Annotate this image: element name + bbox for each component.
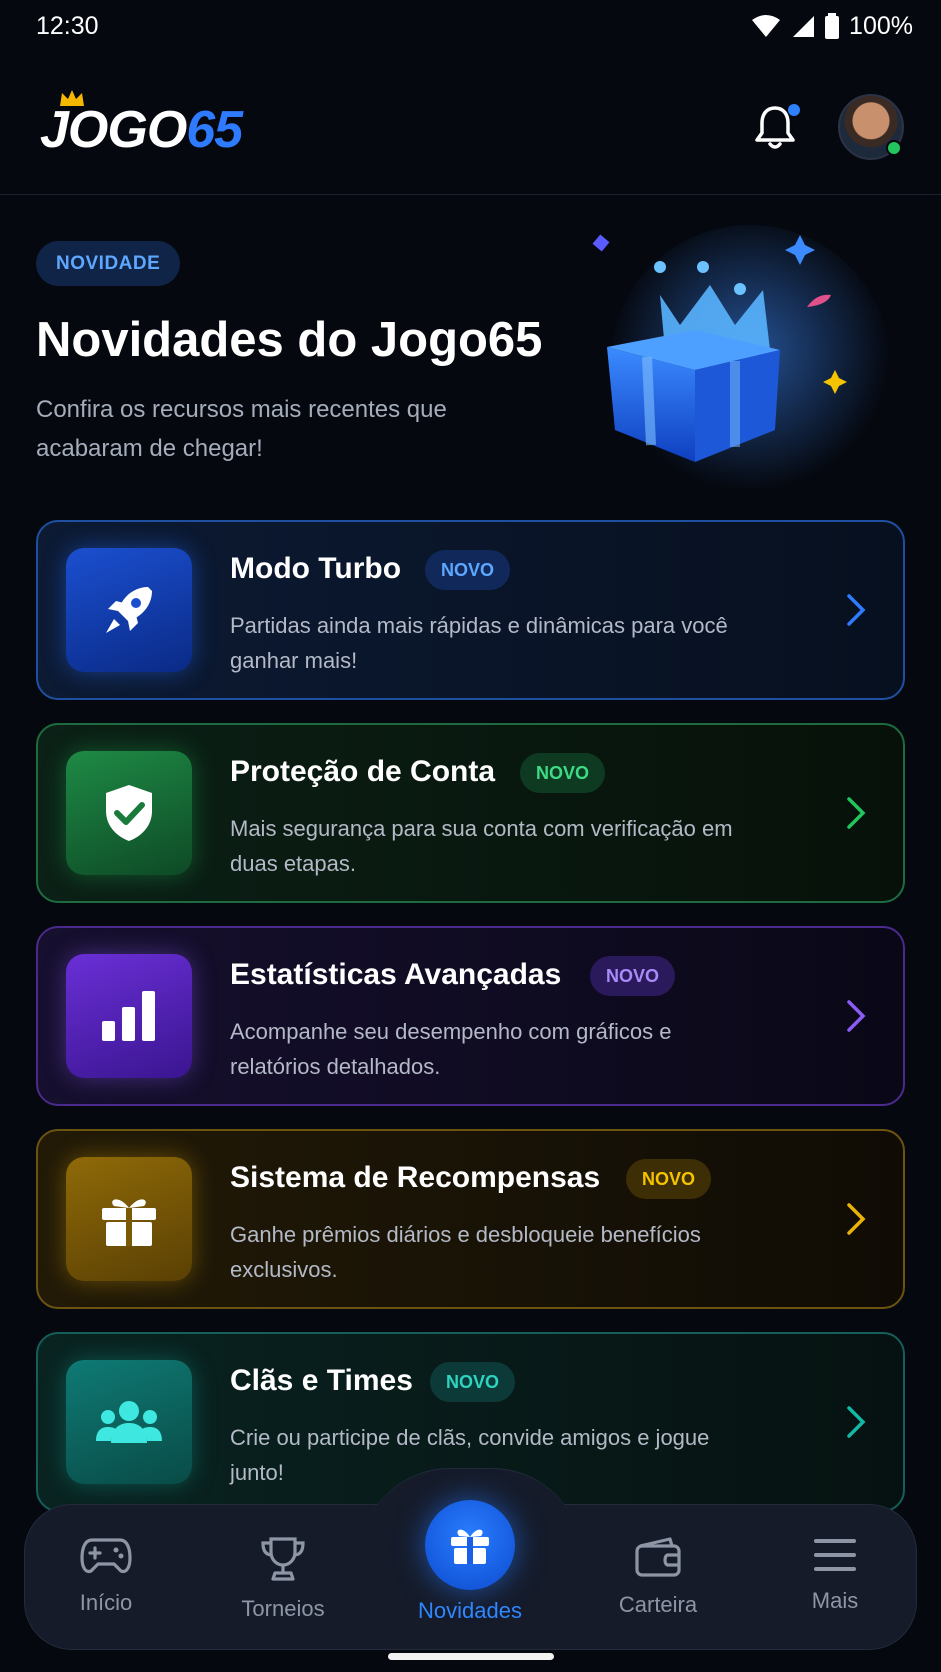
wifi-icon xyxy=(752,15,781,37)
nav-item-inicio[interactable]: Início xyxy=(26,1536,186,1616)
nav-item-mais[interactable]: Mais xyxy=(755,1536,915,1614)
feature-description: Mais segurança para sua conta com verifi… xyxy=(230,816,733,876)
rocket-icon xyxy=(66,548,192,672)
page-title: Novidades do Jogo65 xyxy=(36,313,543,367)
new-badge: NOVO xyxy=(520,753,606,793)
nav-label: Carteira xyxy=(618,1592,698,1617)
status-time: 12:30 xyxy=(36,11,99,40)
gift-icon xyxy=(66,1157,192,1281)
chevron-right-icon xyxy=(847,594,866,626)
hero-tag: NOVIDADE xyxy=(36,241,181,286)
feature-card-protecao-de-conta[interactable]: Proteção de Conta NOVO Mais segurança pa… xyxy=(36,723,905,903)
nav-label: Torneios xyxy=(241,1596,325,1621)
signal-icon xyxy=(793,16,815,37)
nav-item-torneios[interactable]: Torneios xyxy=(203,1536,363,1622)
gamepad-icon xyxy=(80,1538,132,1574)
shield-check-icon xyxy=(66,751,192,875)
users-icon xyxy=(66,1360,192,1484)
feature-description: Acompanhe seu desempenho com gráficos e … xyxy=(230,1019,672,1079)
battery-level: 100% xyxy=(849,11,913,40)
app-logo[interactable]: JOGO65 xyxy=(40,100,243,160)
feature-description: Ganhe prêmios diários e desbloqueie bene… xyxy=(230,1222,701,1282)
chevron-right-icon xyxy=(847,1000,866,1032)
feature-description: Partidas ainda mais rápidas e dinâmicas … xyxy=(230,613,728,673)
gift-icon xyxy=(451,1529,489,1564)
trophy-icon xyxy=(261,1537,305,1581)
battery-icon xyxy=(825,13,840,39)
home-indicator[interactable] xyxy=(388,1653,554,1660)
new-badge: NOVO xyxy=(626,1159,712,1199)
nav-label: Mais xyxy=(811,1588,859,1613)
nav-item-carteira[interactable]: Carteira xyxy=(578,1536,738,1618)
feature-title: Proteção de Conta xyxy=(230,755,496,788)
feature-card-modo-turbo[interactable]: Modo Turbo NOVO Partidas ainda mais rápi… xyxy=(36,520,905,700)
nav-item-novidades[interactable] xyxy=(425,1500,515,1590)
menu-icon xyxy=(814,1539,856,1571)
new-badge: NOVO xyxy=(590,956,676,996)
notification-dot xyxy=(788,104,800,116)
nav-label-active[interactable]: Novidades xyxy=(380,1598,560,1624)
nav-label: Início xyxy=(79,1590,133,1615)
chevron-right-icon xyxy=(847,1406,866,1438)
chevron-right-icon xyxy=(847,797,866,829)
new-badge: NOVO xyxy=(430,1362,516,1402)
feature-title: Sistema de Recompensas xyxy=(230,1161,601,1194)
feature-title: Modo Turbo xyxy=(230,552,402,585)
status-icons: 100% xyxy=(751,12,913,41)
feature-title: Estatísticas Avançadas xyxy=(230,958,562,991)
feature-card-estatisticas-avancadas[interactable]: Estatísticas Avançadas NOVO Acompanhe se… xyxy=(36,926,905,1106)
page-subtitle: Confira os recursos mais recentes que ac… xyxy=(36,396,447,462)
wallet-icon xyxy=(635,1537,681,1577)
bar-chart-icon xyxy=(66,954,192,1078)
chevron-right-icon xyxy=(847,1203,866,1235)
gift-box-illustration xyxy=(592,225,890,505)
app-header: JOGO65 xyxy=(0,52,941,195)
online-status-dot xyxy=(886,140,902,156)
status-bar: 12:30 100% xyxy=(0,0,941,52)
feature-card-sistema-de-recompensas[interactable]: Sistema de Recompensas NOVO Ganhe prêmio… xyxy=(36,1129,905,1309)
feature-title: Clãs e Times xyxy=(230,1364,413,1397)
new-badge: NOVO xyxy=(425,550,511,590)
